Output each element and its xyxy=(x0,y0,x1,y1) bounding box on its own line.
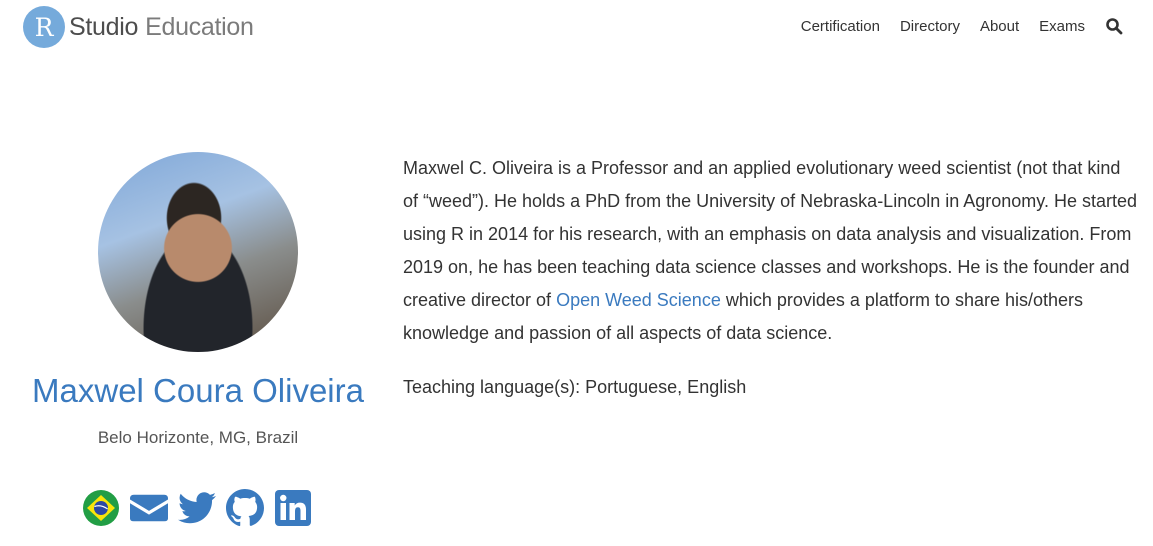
bio-text: Maxwel C. Oliveira is a Professor and an… xyxy=(403,152,1138,350)
teaching-languages: Teaching language(s): Portuguese, Englis… xyxy=(403,377,747,397)
profile-location: Belo Horizonte, MG, Brazil xyxy=(97,428,299,447)
profile-photo xyxy=(98,152,298,352)
email-icon[interactable] xyxy=(130,489,168,527)
rstudio-education-logo[interactable]: R Studio Education xyxy=(23,6,254,48)
main-nav: Certification Directory About Exams xyxy=(781,17,1123,35)
r-logo-icon: R xyxy=(23,6,65,48)
nav-directory[interactable]: Directory xyxy=(900,18,960,35)
nav-exams[interactable]: Exams xyxy=(1039,18,1085,35)
logo-education-text: Education xyxy=(145,12,254,41)
nav-about[interactable]: About xyxy=(980,18,1019,35)
site-header: R Studio Education Certification Directo… xyxy=(0,0,1153,56)
social-links xyxy=(82,489,312,527)
search-icon[interactable] xyxy=(1105,17,1123,35)
linkedin-icon[interactable] xyxy=(274,489,312,527)
brazil-flag-icon xyxy=(82,489,120,527)
logo-studio-text: Studio xyxy=(69,12,139,41)
twitter-icon[interactable] xyxy=(178,489,216,527)
open-weed-science-link[interactable]: Open Weed Science xyxy=(556,290,721,310)
nav-certification[interactable]: Certification xyxy=(801,18,880,35)
bio-text-before-link: Maxwel C. Oliveira is a Professor and an… xyxy=(403,158,1137,310)
github-icon[interactable] xyxy=(226,489,264,527)
profile-name: Maxwel Coura Oliveira xyxy=(32,372,364,409)
